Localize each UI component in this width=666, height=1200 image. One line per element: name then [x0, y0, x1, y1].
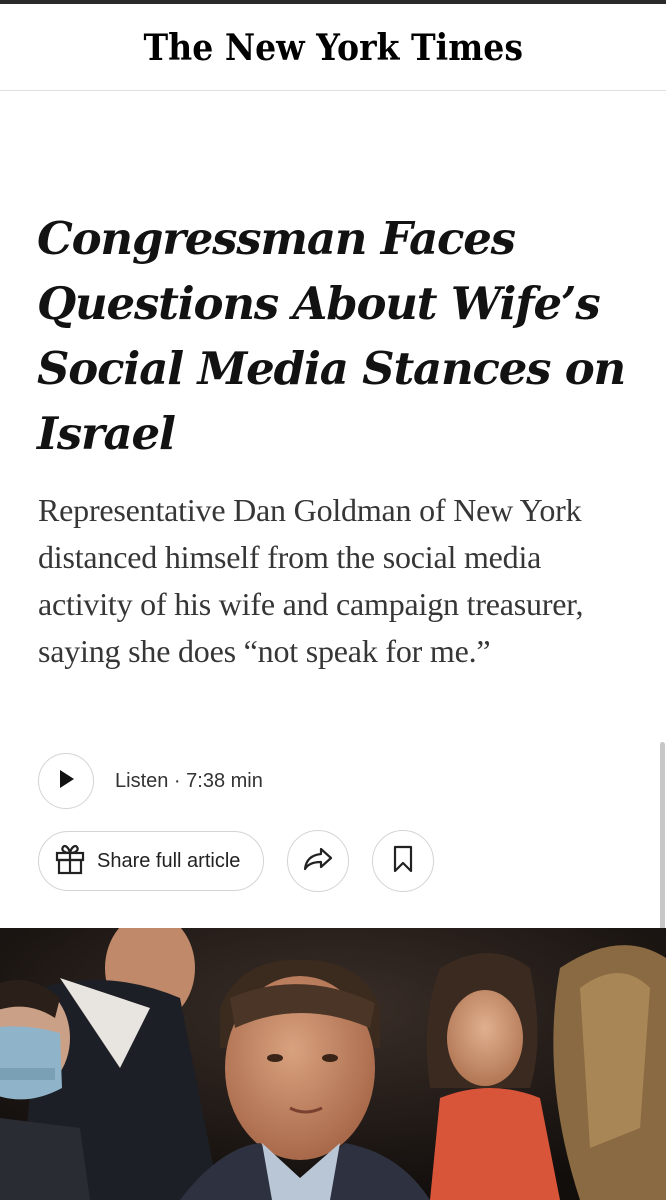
audio-player: Listen · 7:38 min	[38, 751, 263, 811]
save-button[interactable]	[372, 830, 434, 892]
play-icon	[56, 768, 76, 795]
share-button[interactable]	[287, 830, 349, 892]
listen-duration[interactable]: Listen · 7:38 min	[115, 770, 263, 793]
share-full-article-label: Share full article	[97, 849, 241, 872]
gift-icon	[53, 842, 87, 881]
bookmark-icon	[392, 844, 414, 879]
share-full-article-button[interactable]: Share full article	[38, 831, 264, 891]
article-photo[interactable]	[0, 928, 666, 1200]
article-actions: Share full article	[38, 830, 434, 892]
article-headline: Congressman Faces Questions About Wife’s…	[37, 212, 626, 460]
masthead: The New York Times	[0, 4, 666, 91]
nyt-logo[interactable]: The New York Times	[143, 27, 523, 69]
play-button[interactable]	[38, 753, 94, 809]
article-summary: Representative Dan Goldman of New York d…	[38, 492, 584, 669]
share-arrow-icon	[302, 845, 334, 878]
